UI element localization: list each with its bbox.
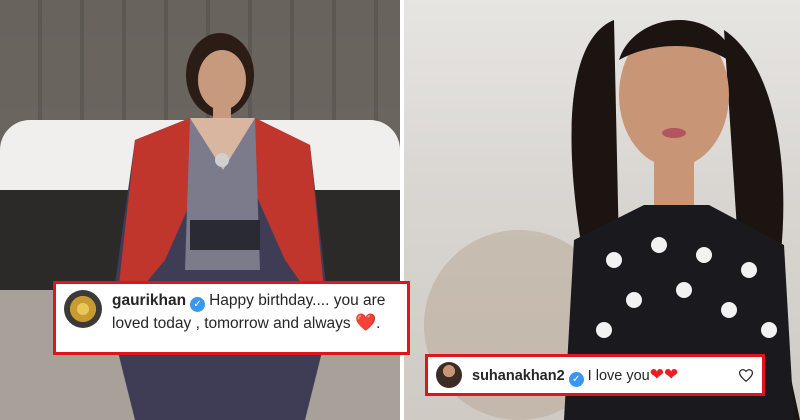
username[interactable]: gaurikhan xyxy=(112,292,186,309)
avatar[interactable] xyxy=(436,362,462,388)
comment-suhana: suhanakhan2 ✓ I love you❤❤ xyxy=(425,354,765,396)
comment-gauri: gaurikhan ✓ Happy birthday.... you are lov… xyxy=(53,281,410,355)
comment-punctuation: . xyxy=(376,315,381,332)
username[interactable]: suhanakhan2 xyxy=(472,368,565,384)
woman-in-plaid-outfit-figure xyxy=(110,33,330,420)
heart-outline-icon[interactable] xyxy=(738,367,754,383)
heart-emoji: ❤️ xyxy=(354,313,377,332)
comment-body: suhanakhan2 ✓ I love you❤❤ xyxy=(472,364,730,387)
left-photo xyxy=(0,0,400,420)
verified-badge-icon: ✓ xyxy=(568,371,584,387)
comment-text: I love you xyxy=(587,367,650,384)
avatar[interactable] xyxy=(64,290,102,328)
comment-body: gaurikhan ✓ Happy birthday.... you are lov… xyxy=(112,290,399,334)
verified-badge-icon: ✓ xyxy=(190,297,206,312)
heart-emoji: ❤❤ xyxy=(649,364,679,384)
